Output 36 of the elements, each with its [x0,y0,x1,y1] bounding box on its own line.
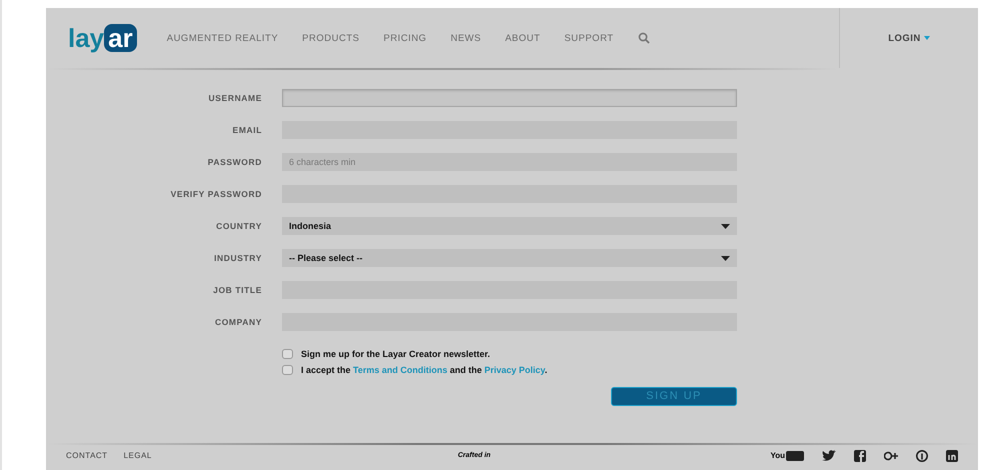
text-link[interactable]: Privacy Policy [484,365,545,375]
field-label: JOB TITLE [212,285,262,295]
square-logo-icon[interactable] [946,450,958,462]
nav-link[interactable]: AUGMENTED REALITY [166,32,278,44]
input-field[interactable]: 6 characters min [282,153,737,171]
nav-link[interactable]: NEWS [450,32,482,44]
select-field[interactable]: -- Please select -- [282,249,737,267]
search-icon[interactable] [638,32,650,44]
field-label: USERNAME [208,93,262,103]
text-link[interactable]: Terms and Conditions [353,365,448,375]
plus-logo-icon[interactable] [884,450,898,460]
nav-link[interactable]: PRODUCTS [302,32,360,44]
select-field[interactable]: Indonesia [282,217,737,235]
nav-link[interactable]: ABOUT [505,32,540,44]
nav-link[interactable]: PRICING [383,32,427,44]
footer-link[interactable]: CONTACT [66,451,108,460]
square-logo-icon[interactable] [854,450,866,462]
field-label: COUNTRY [215,221,262,231]
dropdown-caret-icon [721,256,730,260]
checkbox-label: I accept the Terms and Conditions and the Privacy Policy. [301,365,548,375]
logo[interactable]: layar [68,22,137,54]
checkbox-label: Sign me up for the Layar Creator newsletter. [301,349,490,359]
nav-link[interactable]: SUPPORT [564,32,614,44]
caret-icon[interactable] [924,36,930,40]
checkbox[interactable] [282,349,293,359]
field-label: VERIFY PASSWORD [170,189,262,199]
login-link[interactable]: LOGIN [888,32,921,44]
field-label: PASSWORD [206,157,262,167]
checkbox[interactable] [282,365,293,375]
bird-icon[interactable] [822,450,836,462]
field-label: COMPANY [214,317,262,327]
field-label: EMAIL [232,125,262,135]
input-field[interactable] [282,89,737,107]
footer-link[interactable]: LEGAL [124,451,152,460]
dropdown-caret-icon [721,224,730,228]
field-label: INDUSTRY [213,253,262,263]
